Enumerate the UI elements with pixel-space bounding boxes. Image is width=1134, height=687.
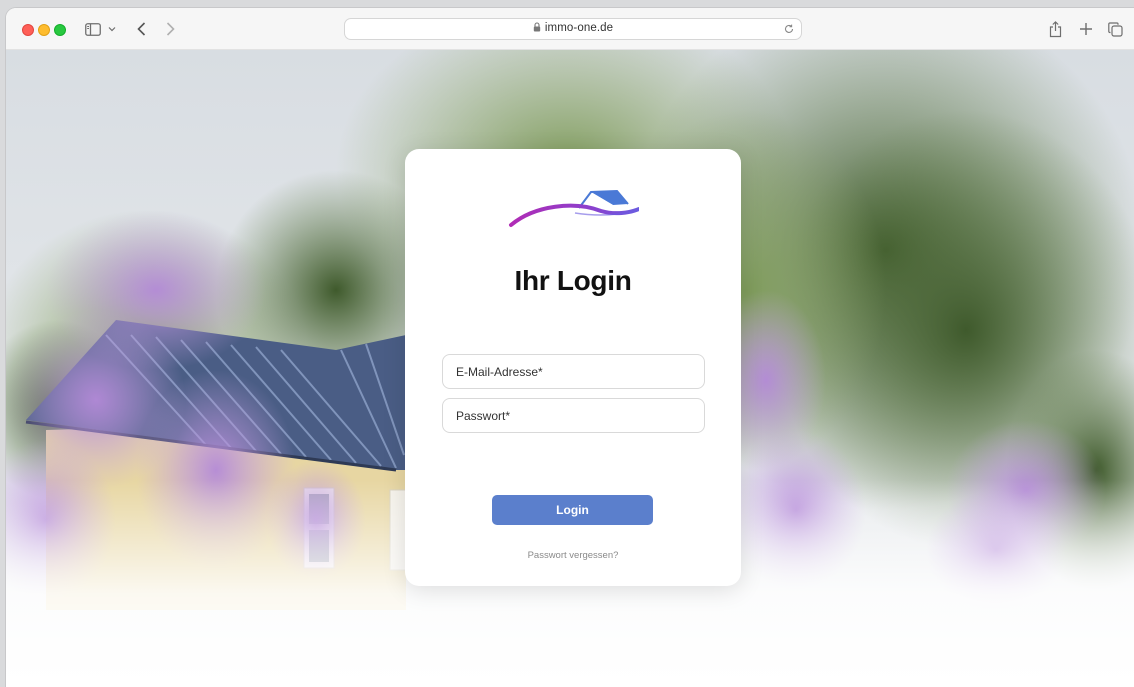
minimize-window-button[interactable] <box>38 24 50 36</box>
address-bar[interactable]: immo-one.de <box>344 18 802 40</box>
url-text: immo-one.de <box>544 22 614 34</box>
browser-window: immo-one.de Ihr Login E-Mail-Adresse* Pa… <box>6 8 1134 687</box>
password-field[interactable]: Passwort* <box>442 398 705 433</box>
reload-icon[interactable] <box>783 22 795 40</box>
browser-toolbar: immo-one.de <box>6 8 1134 50</box>
page-title: Ihr Login <box>514 265 632 296</box>
close-window-button[interactable] <box>22 24 34 36</box>
login-button[interactable]: Login <box>492 495 653 525</box>
back-icon[interactable] <box>134 19 148 39</box>
tabs-overview-icon[interactable] <box>1107 19 1123 39</box>
lock-icon <box>533 22 541 35</box>
email-field[interactable]: E-Mail-Adresse* <box>442 354 705 389</box>
logo <box>505 187 641 236</box>
sidebar-icon[interactable] <box>84 19 102 39</box>
chevron-down-icon[interactable] <box>107 19 117 39</box>
web-page: Ihr Login E-Mail-Adresse* Passwort* Logi… <box>6 50 1134 687</box>
login-card: Ihr Login E-Mail-Adresse* Passwort* Logi… <box>405 149 741 586</box>
address-text: immo-one.de <box>345 22 801 35</box>
zoom-window-button[interactable] <box>54 24 66 36</box>
forward-icon[interactable] <box>163 19 177 39</box>
forgot-password-link[interactable]: Passwort vergessen? <box>405 550 741 561</box>
new-tab-icon[interactable] <box>1078 19 1094 39</box>
share-icon[interactable] <box>1047 19 1063 39</box>
